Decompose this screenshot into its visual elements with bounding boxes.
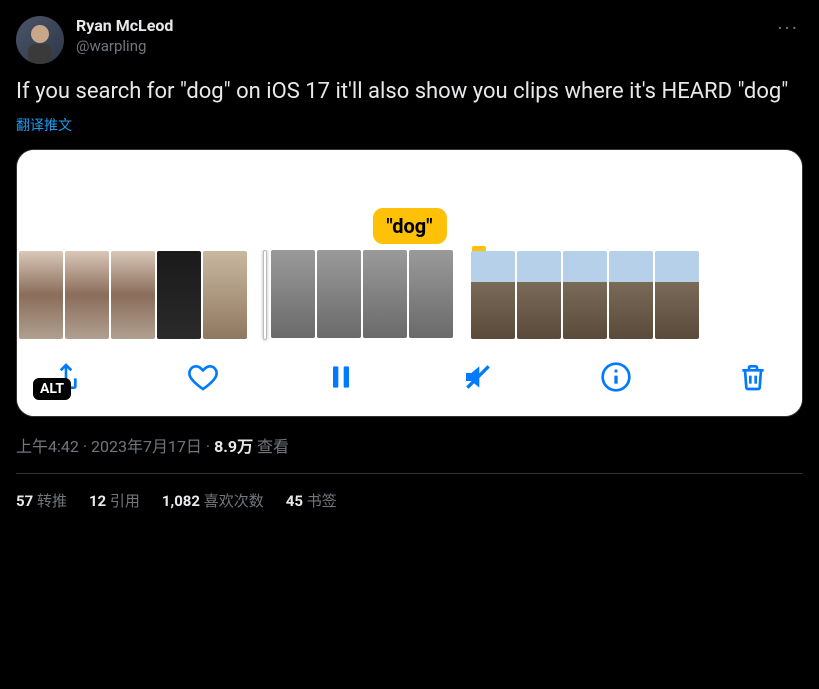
pause-icon[interactable] bbox=[322, 358, 360, 396]
tweet-container: Ryan McLeod @warpling ··· If you search … bbox=[0, 0, 819, 527]
clip-thumbnail[interactable] bbox=[19, 251, 63, 339]
clip-thumbnail[interactable] bbox=[471, 251, 515, 339]
tweet-header: Ryan McLeod @warpling ··· bbox=[16, 16, 803, 64]
tweet-time[interactable]: 上午4:42 bbox=[16, 437, 79, 456]
clip-thumbnail[interactable] bbox=[65, 251, 109, 339]
playhead[interactable] bbox=[263, 250, 267, 340]
user-handle[interactable]: @warpling bbox=[76, 37, 173, 57]
clip-thumbnail[interactable] bbox=[409, 250, 453, 338]
media-preview-area: "dog" bbox=[17, 150, 802, 250]
clip-thumbnail[interactable] bbox=[111, 251, 155, 339]
trash-icon[interactable] bbox=[734, 358, 772, 396]
clip-thumbnail[interactable] bbox=[563, 251, 607, 339]
views-label: 查看 bbox=[253, 437, 289, 456]
search-term-badge: "dog" bbox=[372, 208, 446, 244]
media-toolbar bbox=[17, 348, 802, 416]
info-icon[interactable] bbox=[597, 358, 635, 396]
clip-thumbnail[interactable] bbox=[203, 251, 247, 339]
tweet-date[interactable]: 2023年7月17日 bbox=[91, 437, 202, 456]
stat-quotes[interactable]: 12 引用 bbox=[89, 490, 140, 511]
clip-timeline[interactable] bbox=[17, 250, 802, 348]
stat-likes[interactable]: 1,082 喜欢次数 bbox=[162, 490, 264, 511]
clip-group[interactable] bbox=[19, 251, 247, 339]
user-info: Ryan McLeod @warpling bbox=[76, 16, 173, 56]
translate-link[interactable]: 翻译推文 bbox=[16, 115, 803, 135]
clip-thumbnail[interactable] bbox=[157, 251, 201, 339]
heart-icon[interactable] bbox=[184, 358, 222, 396]
avatar[interactable] bbox=[16, 16, 64, 64]
mute-icon[interactable] bbox=[459, 358, 497, 396]
clip-thumbnail[interactable] bbox=[317, 250, 361, 338]
alt-badge[interactable]: ALT bbox=[33, 378, 71, 400]
clip-thumbnail[interactable] bbox=[363, 250, 407, 338]
clip-thumbnail[interactable] bbox=[609, 251, 653, 339]
divider bbox=[16, 473, 803, 474]
stat-bookmarks[interactable]: 45 书签 bbox=[286, 490, 337, 511]
tweet-meta: 上午4:42 · 2023年7月17日 · 8.9万 查看 bbox=[16, 433, 803, 457]
clip-thumbnail[interactable] bbox=[517, 251, 561, 339]
clip-thumbnail[interactable] bbox=[655, 251, 699, 339]
more-menu-icon[interactable]: ··· bbox=[777, 16, 799, 40]
clip-thumbnail[interactable] bbox=[271, 250, 315, 338]
tweet-stats: 57 转推 12 引用 1,082 喜欢次数 45 书签 bbox=[16, 490, 803, 511]
display-name[interactable]: Ryan McLeod bbox=[76, 16, 173, 37]
clip-group[interactable] bbox=[471, 251, 699, 339]
media-attachment[interactable]: "dog" bbox=[16, 149, 803, 417]
clip-group[interactable] bbox=[265, 250, 453, 340]
views-count: 8.9万 bbox=[214, 437, 253, 456]
tweet-text: If you search for "dog" on iOS 17 it'll … bbox=[16, 78, 803, 107]
stat-retweets[interactable]: 57 转推 bbox=[16, 490, 67, 511]
